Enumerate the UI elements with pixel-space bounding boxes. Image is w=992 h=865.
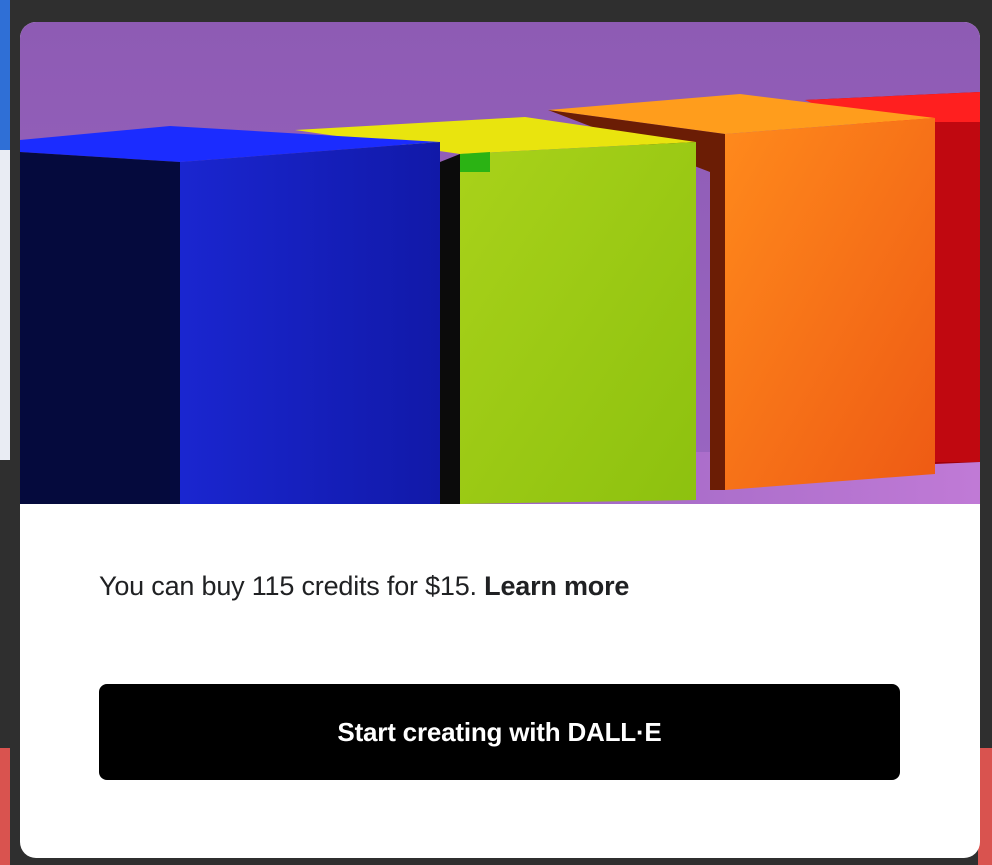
start-creating-button[interactable]: Start creating with DALL·E xyxy=(99,684,900,780)
credits-message-text: You can buy 115 credits for $15. xyxy=(99,571,485,601)
background-strip-light xyxy=(0,150,10,460)
credits-modal: You can buy 115 credits for $15. Learn m… xyxy=(20,22,980,858)
background-strip-red-left xyxy=(0,748,10,865)
learn-more-link[interactable]: Learn more xyxy=(484,571,629,601)
background-strip-blue xyxy=(0,0,10,150)
colored-blocks-illustration xyxy=(20,22,980,504)
credits-message: You can buy 115 credits for $15. Learn m… xyxy=(99,571,629,602)
background-strip-red xyxy=(978,748,992,865)
hero-image xyxy=(20,22,980,504)
